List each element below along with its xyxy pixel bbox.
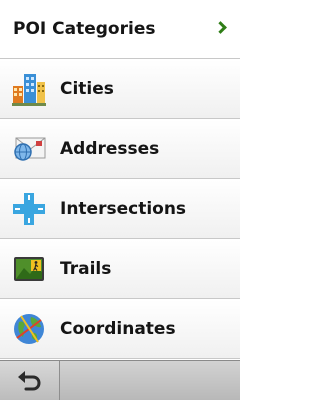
menu-item-label: Cities [60,79,114,99]
hiker-sign-icon [12,252,46,286]
intersection-cross-icon [12,192,46,226]
menu-item-cities[interactable]: Cities [0,60,240,119]
menu-item-trails[interactable]: Trails [0,240,240,299]
bottom-toolbar [0,360,240,400]
menu-item-coordinates[interactable]: Coordinates [0,300,240,359]
address-envelope-icon [12,132,46,166]
menu-item-intersections[interactable]: Intersections [0,180,240,239]
city-buildings-icon [12,72,46,106]
menu-item-label: Intersections [60,199,187,219]
poi-categories-screen: POI Categories Cities Addresses Intersec… [0,0,240,400]
menu-item-label: Trails [60,259,112,279]
menu-item-label: Coordinates [60,319,176,339]
poi-categories-label: POI Categories [13,19,156,39]
back-arrow-icon [18,371,41,391]
back-button[interactable] [0,361,60,400]
menu-item-addresses[interactable]: Addresses [0,120,240,179]
menu-item-label: Addresses [60,139,160,159]
globe-coordinates-icon [12,312,46,346]
poi-categories-row[interactable]: POI Categories [0,0,240,59]
chevron-right-icon [214,21,227,34]
